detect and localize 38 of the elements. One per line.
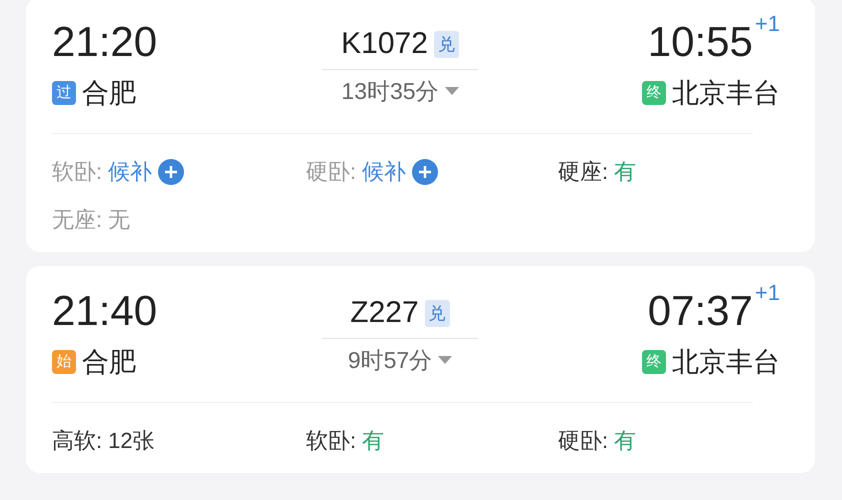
seat-type: 高软: (52, 427, 102, 455)
arrival-time: 10:55 (648, 19, 753, 65)
seat-availability: 12张 (108, 427, 155, 455)
station-tag: 过 (52, 81, 76, 105)
departure-station: 合肥 (82, 346, 136, 379)
caret-icon (444, 87, 459, 95)
departure-station: 合肥 (82, 77, 136, 110)
add-icon[interactable] (412, 159, 438, 185)
seat-availability[interactable]: 候补 (362, 157, 406, 187)
train-number[interactable]: Z227 (350, 296, 419, 330)
day-offset: +1 (754, 13, 780, 35)
caret-icon (438, 356, 452, 364)
arrival-station: 北京丰台 (672, 346, 780, 379)
add-icon[interactable] (158, 159, 184, 185)
station-tag: 终 (642, 350, 666, 374)
departure-time: 21:40 (52, 288, 158, 334)
exchange-tag: 兑 (434, 30, 459, 58)
duration-toggle[interactable]: 13时35分 (341, 75, 459, 107)
seat-availability: 有 (614, 158, 636, 186)
seat-type: 硬卧: (306, 158, 356, 186)
seat-type: 硬座: (558, 158, 608, 186)
seat-availability: 有 (362, 427, 384, 455)
seat-availability: 无 (108, 206, 130, 234)
seat-type: 硬卧: (558, 427, 608, 455)
seat-type: 无座: (52, 206, 102, 234)
day-offset: +1 (754, 282, 780, 304)
exchange-tag: 兑 (424, 300, 450, 326)
seat-type: 软卧: (306, 427, 356, 455)
duration-toggle[interactable]: 9时57分 (348, 344, 452, 376)
train-number[interactable]: K1072 (341, 27, 428, 61)
arrival-time: 07:37 (648, 288, 753, 334)
seat-availability: 有 (614, 427, 636, 455)
arrival-station: 北京丰台 (672, 77, 780, 110)
departure-time: 21:20 (52, 19, 158, 65)
seat-type: 软卧: (52, 158, 102, 186)
station-tag: 始 (52, 350, 76, 374)
station-tag: 终 (642, 81, 666, 105)
seat-availability[interactable]: 候补 (108, 157, 152, 187)
